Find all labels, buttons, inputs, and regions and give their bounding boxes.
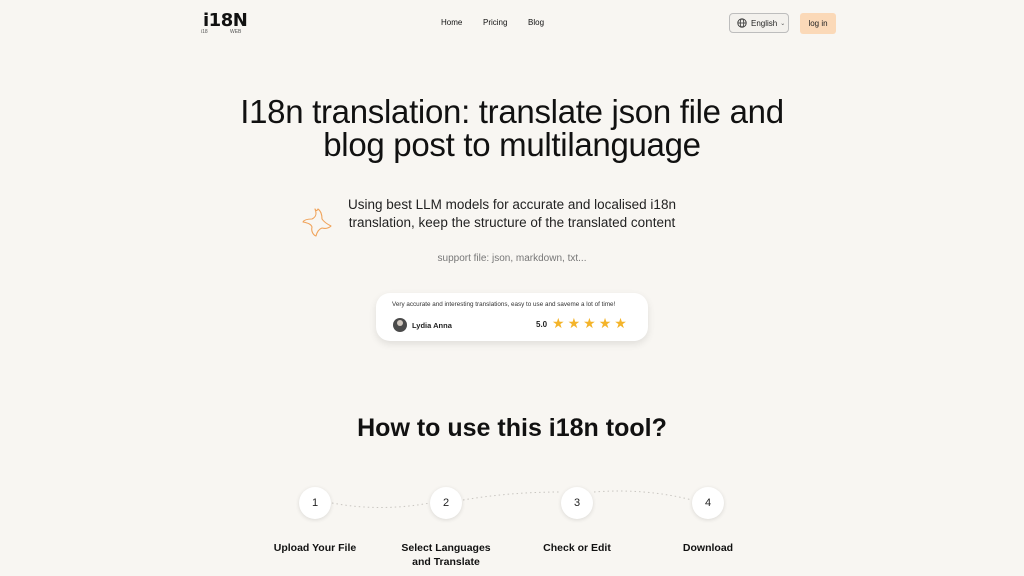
step-4-circle: 4: [692, 487, 724, 519]
step-3-circle: 3: [561, 487, 593, 519]
step-2-label-line2: and Translate: [412, 555, 480, 568]
step-3-label: Check or Edit: [517, 542, 637, 556]
steps-connector: [331, 490, 693, 508]
step-2-label-line1: Select Languages: [401, 542, 491, 554]
step-4-label: Download: [648, 542, 768, 556]
step-1-label-line1: Upload Your File: [273, 542, 357, 554]
step-2-circle: 2: [430, 487, 462, 519]
step-4-label-line1: Download: [682, 542, 734, 554]
step-1-label: Upload Your File: [255, 542, 375, 556]
step-1-circle: 1: [299, 487, 331, 519]
step-3-label-line1: Check or Edit: [543, 542, 611, 554]
step-2-label: Select Languages and Translate: [386, 542, 506, 569]
